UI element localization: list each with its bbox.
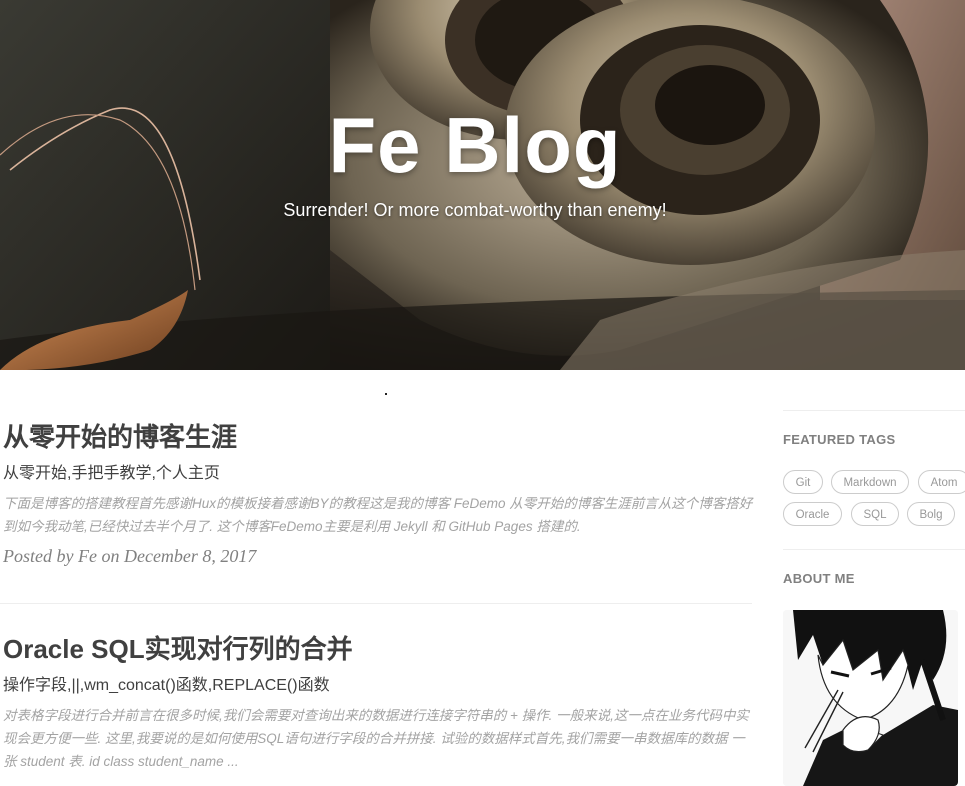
tag-atom[interactable]: Atom — [918, 470, 965, 494]
tag-oracle[interactable]: Oracle — [783, 502, 842, 526]
avatar-illustration — [783, 610, 958, 786]
site-title: Fe Blog — [328, 101, 622, 189]
post-excerpt[interactable]: 下面是博客的搭建教程首先感谢Hux的模板接着感谢BY的教程这是我的博客 FeDe… — [3, 492, 755, 538]
sidebar-divider — [783, 410, 965, 411]
post-title[interactable]: Oracle SQL实现对行列的合并 — [3, 632, 755, 666]
decorative-dot — [385, 393, 387, 395]
page: Fe Blog Surrender! Or more combat-worthy… — [0, 0, 965, 786]
post-title[interactable]: 从零开始的博客生涯 — [3, 420, 755, 454]
post-excerpt[interactable]: 对表格字段进行合并前言在很多时候,我们会需要对查询出来的数据进行连接字符串的 +… — [3, 704, 755, 773]
featured-tags-heading: FEATURED TAGS — [783, 432, 896, 447]
post-preview[interactable]: Oracle SQL实现对行列的合并 操作字段,||,wm_concat()函数… — [3, 632, 755, 773]
tag-bolg[interactable]: Bolg — [907, 502, 955, 526]
sidebar-divider — [783, 549, 965, 550]
post-preview[interactable]: 从零开始的博客生涯 从零开始,手把手教学,个人主页 下面是博客的搭建教程首先感谢… — [3, 420, 755, 567]
tag-markdown[interactable]: Markdown — [831, 470, 909, 494]
avatar — [783, 610, 958, 786]
about-me-heading: ABOUT ME — [783, 571, 855, 586]
post-subtitle[interactable]: 从零开始,手把手教学,个人主页 — [3, 462, 755, 486]
post-subtitle[interactable]: 操作字段,||,wm_concat()函数,REPLACE()函数 — [3, 674, 755, 698]
tag-sql[interactable]: SQL — [851, 502, 899, 526]
post-divider — [0, 603, 752, 604]
site-subtitle: Surrender! Or more combat-worthy than en… — [283, 200, 667, 220]
tag-git[interactable]: Git — [783, 470, 823, 494]
hero-header: Fe Blog Surrender! Or more combat-worthy… — [0, 0, 965, 370]
post-meta: Posted by Fe on December 8, 2017 — [3, 546, 257, 566]
